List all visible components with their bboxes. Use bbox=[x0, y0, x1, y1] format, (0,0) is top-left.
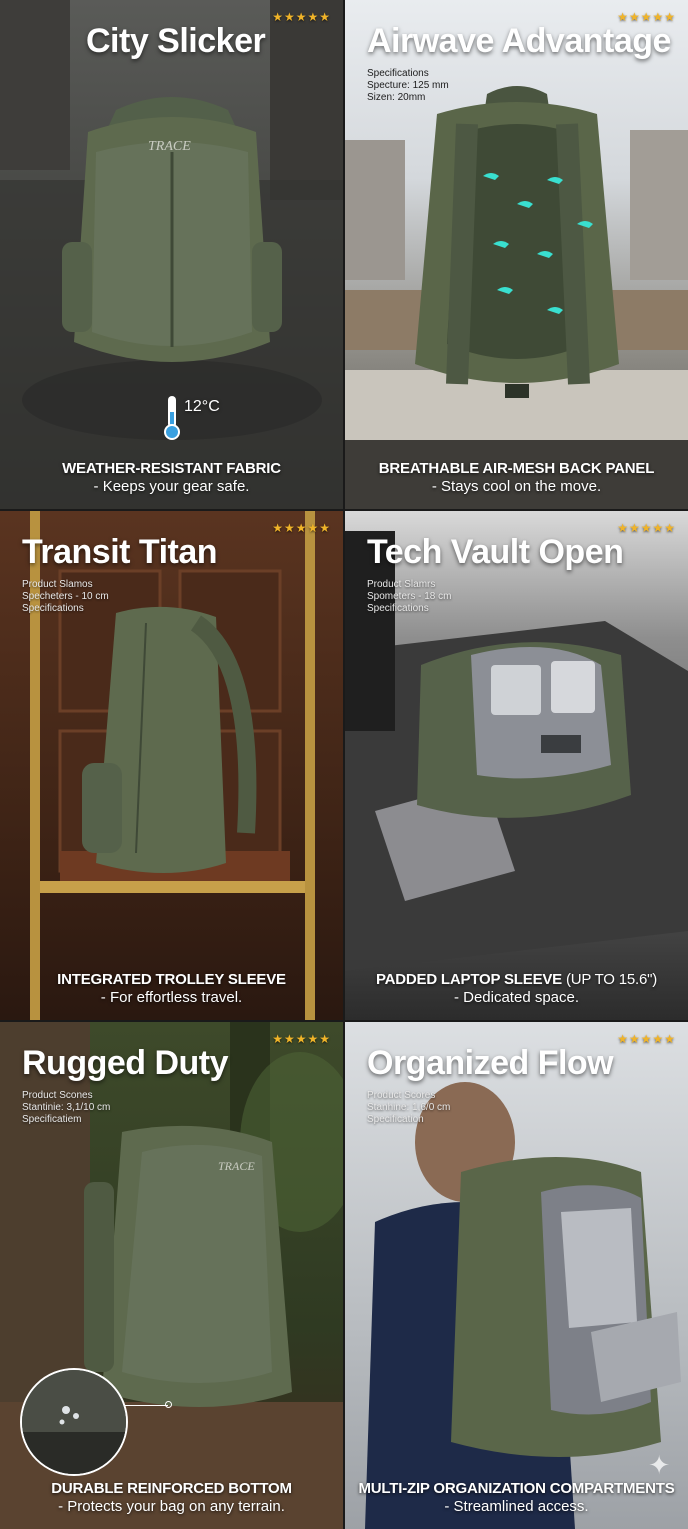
panel-organized-flow[interactable]: Organized Flow ★★★★★ Product Scores Stan… bbox=[345, 1022, 688, 1529]
feature-caption: INTEGRATED TROLLEY SLEEVE - For effortle… bbox=[0, 971, 343, 1006]
spec-line: Specheters - 10 cm bbox=[22, 591, 109, 602]
panel-tech-vault-open[interactable]: Tech Vault Open ★★★★★ Product Slamrs Spo… bbox=[345, 511, 688, 1020]
panel-rugged-duty[interactable]: TRACE Rugged Duty ★★★★★ Product Scones S… bbox=[0, 1022, 343, 1529]
backpack-angle-image: TRACE bbox=[84, 1125, 292, 1407]
panel-title: Rugged Duty bbox=[22, 1044, 229, 1082]
detail-zoom-inset bbox=[20, 1368, 128, 1476]
feature-heading: MULTI-ZIP ORGANIZATION COMPARTMENTS bbox=[358, 1480, 675, 1497]
spec-list: Product Slamrs Spometers - 18 cm Specifi… bbox=[367, 579, 451, 615]
spec-line: Specifications bbox=[367, 603, 429, 614]
panel-city-slicker[interactable]: TRACE City Slicker ★★★★★ 12°C WEATHER-RE… bbox=[0, 0, 343, 509]
sparkle-icon: ✦ bbox=[648, 1450, 670, 1480]
panel-airwave-advantage[interactable]: Airwave Advantage ★★★★★ Specifications S… bbox=[345, 0, 688, 509]
star-rating-icon: ★★★★★ bbox=[617, 10, 676, 24]
spec-list: Specifications Specture: 125 mm Sizen: 2… bbox=[367, 68, 449, 104]
spec-list: Product Scores Stanhine: 1,6/0 cm Specif… bbox=[367, 1090, 450, 1126]
feature-subtext: - Protects your bag on any terrain. bbox=[58, 1498, 285, 1515]
feature-caption: MULTI-ZIP ORGANIZATION COMPARTMENTS - St… bbox=[345, 1480, 688, 1515]
spec-line: Stantinie: 3,1/10 cm bbox=[22, 1102, 111, 1113]
product-feature-grid: TRACE City Slicker ★★★★★ 12°C WEATHER-RE… bbox=[0, 0, 688, 1529]
spec-line: Product Slamrs bbox=[367, 579, 436, 590]
spec-line: Spometers - 18 cm bbox=[367, 591, 452, 602]
star-rating-icon: ★★★★★ bbox=[272, 10, 331, 24]
spec-list: Product Slamos Specheters - 10 cm Specif… bbox=[22, 579, 109, 615]
star-rating-icon: ★★★★★ bbox=[272, 521, 331, 535]
feature-heading: PADDED LAPTOP SLEEVE (UP TO 15.6") bbox=[345, 971, 688, 988]
backpack-worn-image bbox=[451, 1157, 681, 1457]
zoom-pointer-dot bbox=[165, 1401, 172, 1408]
panel-title: Organized Flow bbox=[367, 1044, 614, 1082]
feature-subtext: - Stays cool on the move. bbox=[431, 478, 602, 495]
feature-subtext: - Keeps your gear safe. bbox=[93, 478, 250, 495]
panel-title: Transit Titan bbox=[22, 533, 218, 571]
temperature-value: 12°C bbox=[184, 398, 220, 415]
panel-title: Tech Vault Open bbox=[367, 533, 624, 571]
trace-logo: TRACE bbox=[218, 1159, 255, 1173]
backpack-back-image bbox=[415, 86, 619, 398]
spec-line: Specificatiem bbox=[22, 1114, 82, 1125]
spec-line: Sizen: 20mm bbox=[367, 92, 426, 103]
feature-caption: BREATHABLE AIR-MESH BACK PANEL - Stays c… bbox=[345, 460, 688, 495]
backpack-front-image: TRACE bbox=[62, 97, 282, 362]
star-rating-icon: ★★★★★ bbox=[617, 1032, 676, 1046]
trace-logo: TRACE bbox=[148, 139, 191, 154]
spec-line: Specifications bbox=[22, 603, 84, 614]
feature-subtext: - Streamlined access. bbox=[444, 1498, 589, 1515]
feature-subtext: - For effortless travel. bbox=[100, 989, 243, 1006]
temperature-readout: 12°C bbox=[162, 394, 220, 442]
spec-list: Product Scones Stantinie: 3,1/10 cm Spec… bbox=[22, 1090, 110, 1126]
panel-title: City Slicker bbox=[86, 22, 266, 60]
feature-heading-extra: (UP TO 15.6") bbox=[561, 971, 658, 988]
panel-transit-titan[interactable]: Transit Titan ★★★★★ Product Slamos Spech… bbox=[0, 511, 343, 1020]
spec-line: Stanhine: 1,6/0 cm bbox=[367, 1102, 451, 1113]
spec-line: Product Scones bbox=[22, 1090, 93, 1101]
feature-heading: INTEGRATED TROLLEY SLEEVE bbox=[57, 971, 286, 988]
spec-line: Specifications bbox=[367, 68, 429, 79]
thermometer-icon bbox=[164, 396, 180, 440]
feature-heading: BREATHABLE AIR-MESH BACK PANEL bbox=[378, 460, 655, 477]
feature-subtext: - Dedicated space. bbox=[453, 989, 580, 1006]
feature-heading-main: PADDED LAPTOP SLEEVE bbox=[375, 971, 562, 988]
zoom-pointer-line bbox=[124, 1405, 168, 1406]
feature-heading: WEATHER-RESISTANT FABRIC bbox=[62, 460, 281, 477]
feature-caption: WEATHER-RESISTANT FABRIC - Keeps your ge… bbox=[0, 460, 343, 495]
spec-line: Product Scores bbox=[367, 1090, 436, 1101]
feature-heading: DURABLE REINFORCED BOTTOM bbox=[51, 1480, 292, 1497]
feature-caption: PADDED LAPTOP SLEEVE (UP TO 15.6") - Ded… bbox=[345, 971, 688, 1006]
panel-title: Airwave Advantage bbox=[367, 22, 671, 60]
spec-line: Specture: 125 mm bbox=[367, 80, 449, 91]
spec-line: Product Slamos bbox=[22, 579, 93, 590]
star-rating-icon: ★★★★★ bbox=[617, 521, 676, 535]
star-rating-icon: ★★★★★ bbox=[272, 1032, 331, 1046]
backpack-open-image bbox=[417, 642, 631, 818]
feature-caption: DURABLE REINFORCED BOTTOM - Protects you… bbox=[0, 1480, 343, 1515]
spec-line: Specification bbox=[367, 1114, 424, 1125]
backpack-side-image bbox=[82, 606, 257, 873]
